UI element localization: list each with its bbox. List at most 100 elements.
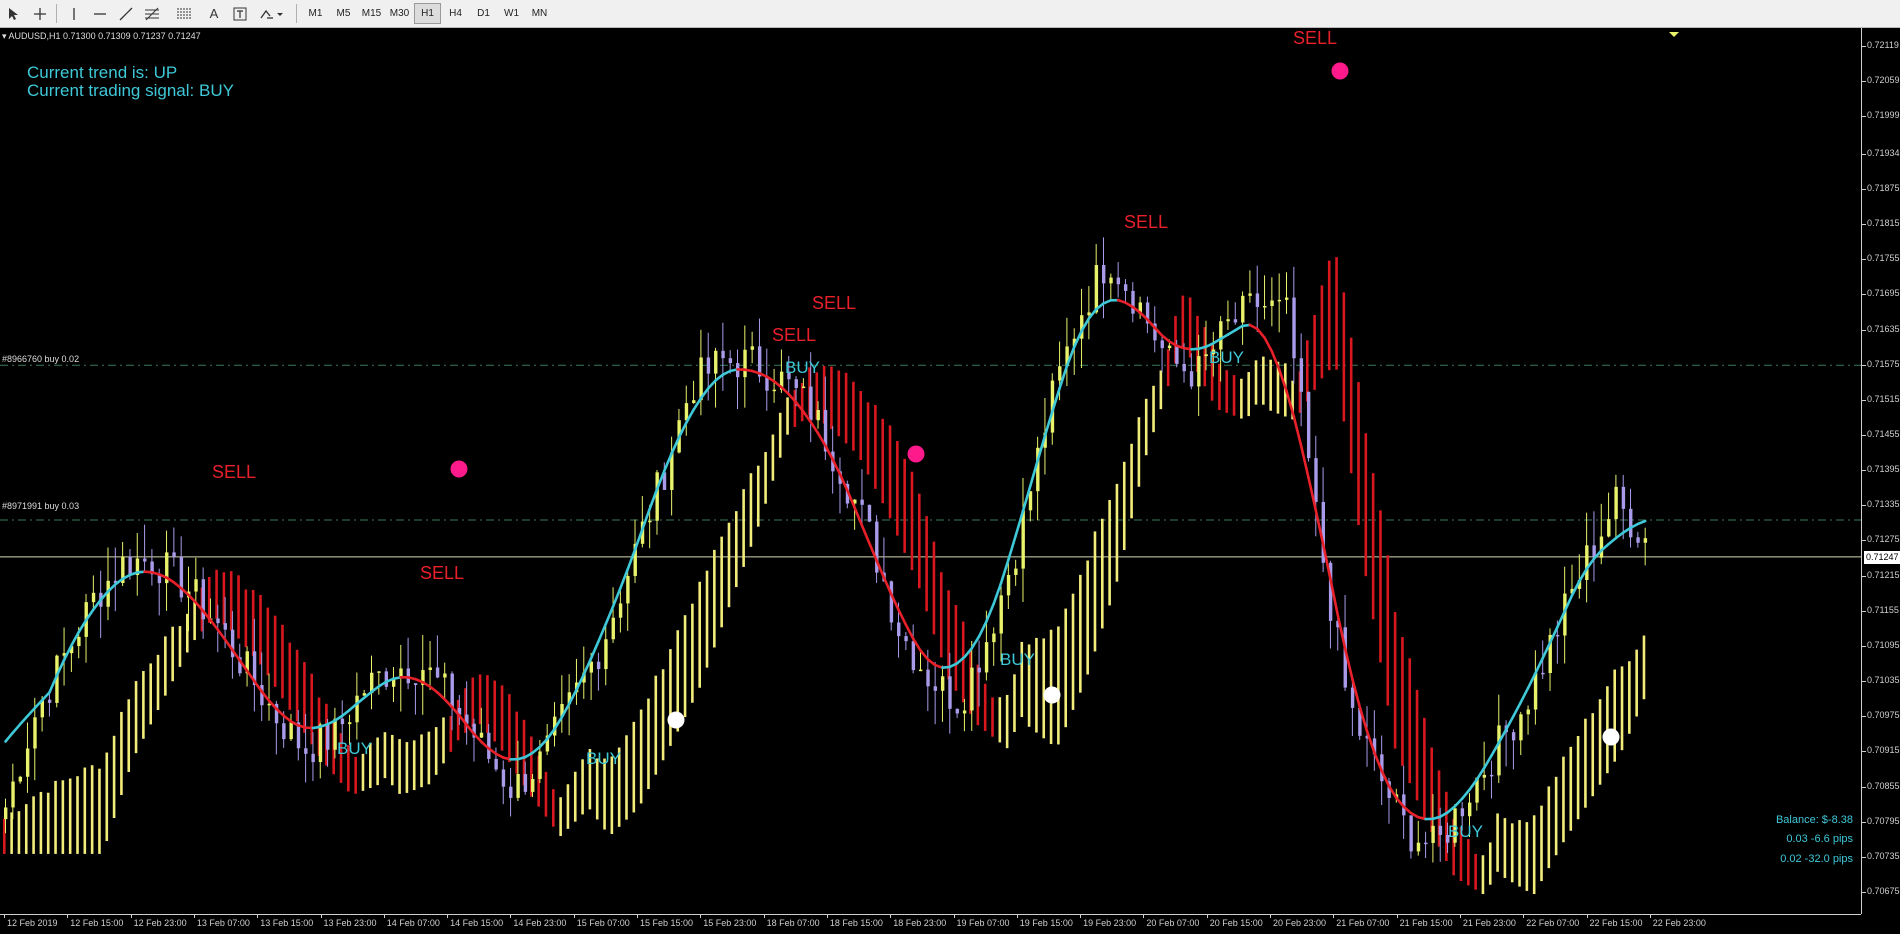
order-label[interactable]: #8966760 buy 0.02 xyxy=(2,354,79,364)
time-tick xyxy=(1016,915,1018,918)
candle-body xyxy=(611,617,615,640)
price-axis[interactable]: 0.72119 0.72059 0.71999 0.71934 0.71875 0.718… xyxy=(1861,28,1900,914)
time-tick xyxy=(1649,915,1651,918)
candle-body xyxy=(11,781,15,808)
trendline-icon[interactable] xyxy=(114,3,138,24)
shapes-icon[interactable] xyxy=(256,3,290,24)
band-bar xyxy=(1562,756,1565,843)
band-bar xyxy=(559,797,562,837)
timeframe-m15-button[interactable]: M15 xyxy=(358,3,385,24)
band-bar xyxy=(376,737,379,786)
band-bar xyxy=(24,804,28,854)
sell-signal-label: SELL xyxy=(812,293,857,313)
fibonacci-icon[interactable] xyxy=(140,3,164,24)
band-bar xyxy=(1057,626,1060,745)
price-label: 0.72059 xyxy=(1867,75,1900,86)
trend-line-segment xyxy=(1453,797,1464,808)
price-label: 0.71999 xyxy=(1867,110,1900,121)
candle-body xyxy=(911,641,916,671)
candle-body xyxy=(355,695,359,723)
time-label: 12 Feb 2019 xyxy=(7,918,58,928)
vertical-line-icon[interactable] xyxy=(62,3,86,24)
candle-body xyxy=(1094,265,1099,313)
candle-body xyxy=(1248,293,1252,296)
candle-body xyxy=(311,753,315,763)
candle-body xyxy=(1270,300,1274,307)
timeframe-h4-button[interactable]: H4 xyxy=(442,3,469,24)
sell-dot xyxy=(907,445,925,463)
candle-body xyxy=(194,579,198,592)
band-bar xyxy=(852,381,855,451)
timeframe-mn-button[interactable]: MN xyxy=(526,3,553,24)
candle-body xyxy=(1014,568,1018,575)
candle-body xyxy=(1314,458,1318,502)
trend-line-segment xyxy=(706,379,717,390)
candle-body xyxy=(867,504,872,522)
band-bar xyxy=(888,425,892,519)
candle-body xyxy=(1460,808,1465,817)
band-bar xyxy=(1525,822,1529,891)
text-icon[interactable]: A xyxy=(202,3,226,24)
text-label-icon[interactable] xyxy=(228,3,252,24)
order-label[interactable]: #8971991 buy 0.03 xyxy=(2,501,79,511)
candle-body xyxy=(984,642,989,673)
candle-body xyxy=(340,718,345,725)
candle-body xyxy=(25,748,30,777)
trend-line-segment xyxy=(11,722,22,735)
band-bar xyxy=(105,752,109,842)
timeframe-d1-button[interactable]: D1 xyxy=(470,3,497,24)
time-tick xyxy=(1523,915,1525,918)
band-bar xyxy=(778,412,782,458)
band-bar xyxy=(178,626,182,667)
band-bar xyxy=(98,768,101,854)
trend-line-segment xyxy=(26,706,37,718)
price-label: 0.71635 xyxy=(1867,323,1900,334)
candle-body xyxy=(377,671,381,673)
band-bar xyxy=(288,642,292,710)
channel-icon[interactable] xyxy=(172,3,196,24)
time-label: 18 Feb 07:00 xyxy=(766,918,820,928)
band-bar xyxy=(1576,735,1580,820)
band-bar xyxy=(1474,853,1477,890)
chart-area[interactable]: ▾ AUDUSD,H1 0.71300 0.71309 0.71237 0.71… xyxy=(0,28,1861,914)
time-axis[interactable]: 12 Feb 2019 12 Feb 15:00 12 Feb 23:00 13 Fe… xyxy=(0,914,1861,934)
crosshair-icon[interactable] xyxy=(28,3,52,24)
candle-body xyxy=(684,403,689,421)
trend-line-segment xyxy=(1292,415,1303,448)
candle-body xyxy=(743,349,747,378)
time-label: 19 Feb 23:00 xyxy=(1083,918,1137,928)
timeframe-m5-button[interactable]: M5 xyxy=(330,3,357,24)
band-bar xyxy=(749,473,753,547)
time-tick xyxy=(1586,915,1588,918)
timeframe-m30-button[interactable]: M30 xyxy=(386,3,413,24)
timeframe-m1-button[interactable]: M1 xyxy=(302,3,329,24)
candle-body xyxy=(919,669,923,672)
trend-line-segment xyxy=(714,373,725,382)
chart-canvas[interactable] xyxy=(0,28,1861,914)
cursor-icon[interactable] xyxy=(2,3,26,24)
candle-body xyxy=(413,683,418,685)
band-bar xyxy=(1613,669,1616,762)
price-tick xyxy=(1862,540,1866,542)
sell-signal-label: SELL xyxy=(420,563,465,583)
candle-body xyxy=(897,622,901,637)
band-bar xyxy=(508,694,511,763)
time-tick xyxy=(383,915,385,918)
candle-body xyxy=(655,472,659,521)
candle-body xyxy=(494,758,498,770)
timeframe-w1-button[interactable]: W1 xyxy=(498,3,525,24)
candle-body xyxy=(428,667,432,671)
buy-signal-label: BUY xyxy=(1448,822,1483,841)
candle-body xyxy=(1182,363,1186,372)
timeframe-h1-button[interactable]: H1 xyxy=(414,3,441,24)
candle-body xyxy=(926,669,930,687)
band-bar xyxy=(961,621,965,703)
band-bar xyxy=(1101,518,1104,629)
horizontal-line-icon[interactable] xyxy=(88,3,112,24)
candle-body xyxy=(889,581,894,623)
band-bar xyxy=(1327,260,1331,371)
band-bar xyxy=(998,697,1002,743)
price-tick xyxy=(1862,681,1866,683)
candle-body xyxy=(1519,714,1523,741)
trend-line-segment xyxy=(1263,336,1274,353)
